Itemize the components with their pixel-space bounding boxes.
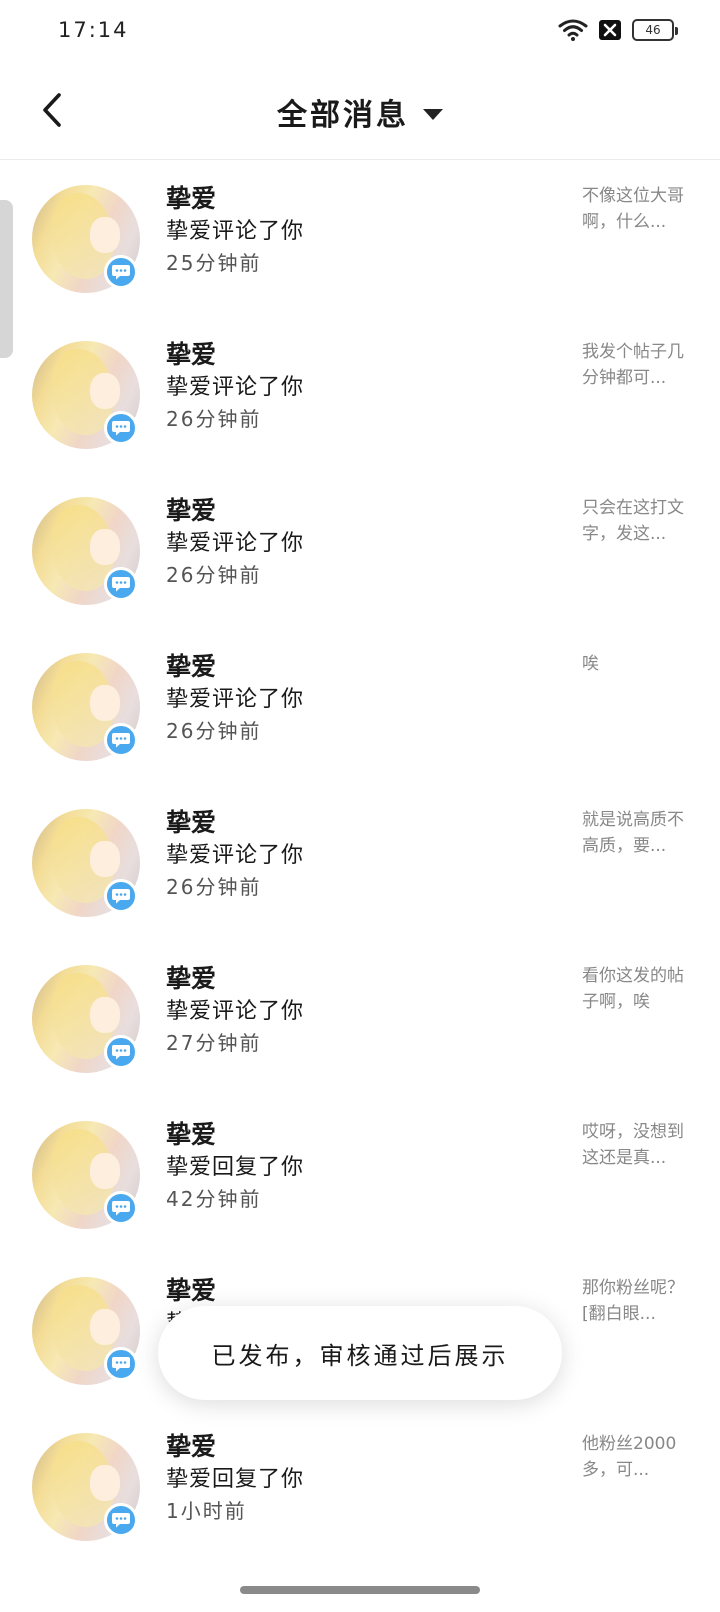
message-preview: 就是说高质不高质，要... <box>582 810 684 856</box>
sender-name: 挚爱 <box>166 496 217 525</box>
message-filter-dropdown[interactable]: 全部消息 <box>0 90 720 134</box>
status-bar: 17:14 46 <box>0 0 720 62</box>
comment-bubble-icon <box>104 1347 138 1381</box>
comment-bubble-icon <box>104 879 138 913</box>
message-item[interactable]: 挚爱 挚爱评论了你 25分钟前 不像这位大哥啊，什么... <box>0 161 720 317</box>
avatar-wrap[interactable] <box>32 653 140 761</box>
message-action: 挚爱评论了你 <box>166 531 305 556</box>
message-preview: 唉 <box>582 654 599 674</box>
message-item[interactable]: 挚爱 挚爱回复了你 1小时前 他粉丝2000多，可... <box>0 1409 720 1565</box>
sender-name: 挚爱 <box>166 652 217 681</box>
message-item[interactable]: 挚爱 挚爱评论了你 26分钟前 只会在这打文字，发这... <box>0 473 720 629</box>
comment-bubble-icon <box>104 723 138 757</box>
home-indicator[interactable] <box>240 1586 480 1594</box>
sender-name: 挚爱 <box>166 808 217 837</box>
avatar-face <box>90 1309 120 1345</box>
status-icons: 46 <box>558 18 678 42</box>
message-action: 挚爱评论了你 <box>166 687 305 712</box>
avatar-wrap[interactable] <box>32 341 140 449</box>
message-time: 27分钟前 <box>166 1031 262 1055</box>
message-time: 1小时前 <box>166 1499 247 1523</box>
sender-name: 挚爱 <box>166 184 217 213</box>
battery-icon: 46 <box>632 19 678 41</box>
avatar-face <box>90 217 120 253</box>
avatar-face <box>90 1153 120 1189</box>
avatar-face <box>90 841 120 877</box>
dropdown-triangle-icon <box>423 108 443 120</box>
comment-bubble-icon <box>104 1191 138 1225</box>
message-action: 挚爱评论了你 <box>166 843 305 868</box>
message-time: 26分钟前 <box>166 875 262 899</box>
message-time: 26分钟前 <box>166 563 262 587</box>
message-time: 25分钟前 <box>166 251 262 275</box>
message-time: 26分钟前 <box>166 719 262 743</box>
comment-bubble-icon <box>104 567 138 601</box>
message-preview: 看你这发的帖子啊，唉 <box>582 966 684 1012</box>
sender-name: 挚爱 <box>166 340 217 369</box>
comment-bubble-icon <box>104 255 138 289</box>
close-box-icon <box>598 18 622 42</box>
message-preview: 我发个帖子几分钟都可... <box>582 342 684 388</box>
message-action: 挚爱评论了你 <box>166 375 305 400</box>
avatar-wrap[interactable] <box>32 1277 140 1385</box>
toast: 已发布，审核通过后展示 <box>158 1306 562 1400</box>
message-time: 42分钟前 <box>166 1187 262 1211</box>
avatar-face <box>90 529 120 565</box>
message-preview: 不像这位大哥啊，什么... <box>582 186 684 232</box>
battery-level: 46 <box>645 23 661 37</box>
message-item[interactable]: 挚爱 挚爱评论了你 26分钟前 就是说高质不高质，要... <box>0 785 720 941</box>
avatar-face <box>90 997 120 1033</box>
avatar-face <box>90 685 120 721</box>
message-action: 挚爱评论了你 <box>166 999 305 1024</box>
sender-name: 挚爱 <box>166 1120 217 1149</box>
message-item[interactable]: 挚爱 挚爱评论了你 26分钟前 唉 <box>0 629 720 785</box>
header: 全部消息 <box>0 62 720 160</box>
message-preview: 哎呀，没想到这还是真... <box>582 1122 684 1168</box>
message-action: 挚爱评论了你 <box>166 219 305 244</box>
wifi-icon <box>558 18 588 42</box>
message-preview: 他粉丝2000多，可... <box>582 1434 677 1480</box>
sender-name: 挚爱 <box>166 1276 217 1305</box>
message-action: 挚爱回复了你 <box>166 1155 305 1180</box>
message-action: 挚爱回复了你 <box>166 1467 305 1492</box>
message-item[interactable]: 挚爱 挚爱回复了你 42分钟前 哎呀，没想到这还是真... <box>0 1097 720 1253</box>
avatar-wrap[interactable] <box>32 185 140 293</box>
avatar-wrap[interactable] <box>32 1433 140 1541</box>
avatar-face <box>90 1465 120 1501</box>
avatar-wrap[interactable] <box>32 965 140 1073</box>
avatar-wrap[interactable] <box>32 809 140 917</box>
avatar-face <box>90 373 120 409</box>
avatar-wrap[interactable] <box>32 1121 140 1229</box>
status-time: 17:14 <box>58 18 129 42</box>
comment-bubble-icon <box>104 411 138 445</box>
comment-bubble-icon <box>104 1035 138 1069</box>
comment-bubble-icon <box>104 1503 138 1537</box>
sender-name: 挚爱 <box>166 1432 217 1461</box>
message-time: 26分钟前 <box>166 407 262 431</box>
toast-text: 已发布，审核通过后展示 <box>211 1341 509 1370</box>
sender-name: 挚爱 <box>166 964 217 993</box>
message-preview: 只会在这打文字，发这... <box>582 498 684 544</box>
page-title: 全部消息 <box>277 98 409 133</box>
message-preview: 那你粉丝呢？[翻白眼... <box>582 1278 684 1324</box>
message-item[interactable]: 挚爱 挚爱评论了你 27分钟前 看你这发的帖子啊，唉 <box>0 941 720 1097</box>
message-item[interactable]: 挚爱 挚爱评论了你 26分钟前 我发个帖子几分钟都可... <box>0 317 720 473</box>
avatar-wrap[interactable] <box>32 497 140 605</box>
